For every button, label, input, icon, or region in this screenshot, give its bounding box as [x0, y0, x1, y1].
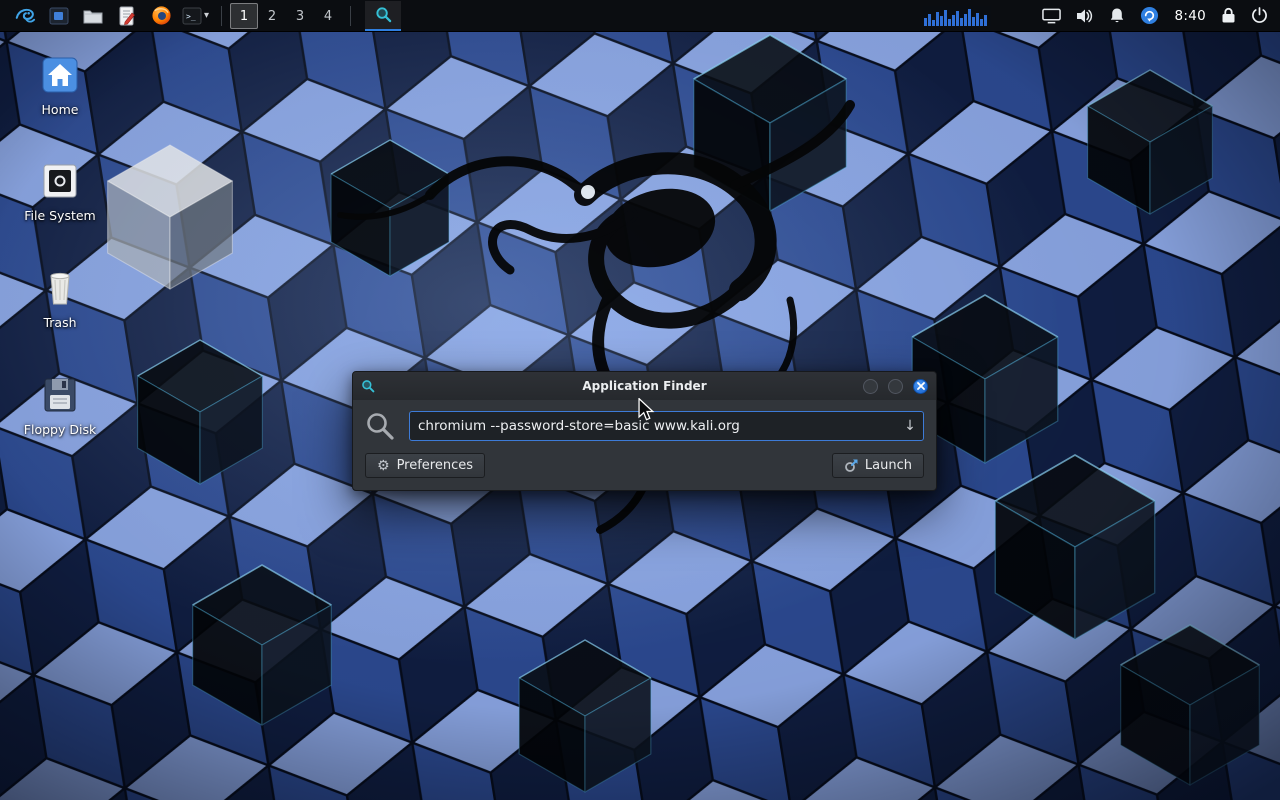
file-manager-button[interactable] [80, 3, 106, 29]
home-icon [39, 55, 81, 95]
kali-menu-button[interactable] [12, 3, 38, 29]
window-icon [361, 379, 375, 393]
desktop-icon-file-system[interactable]: File System [12, 161, 108, 223]
clock[interactable]: 8:40 [1174, 8, 1206, 24]
minimize-button[interactable] [863, 379, 878, 394]
svg-text:>_: >_ [186, 12, 196, 21]
terminal-button[interactable]: >_ ▾ [182, 6, 209, 26]
desktop-icon-label: Home [42, 102, 79, 117]
gear-icon: ⚙ [377, 459, 390, 473]
firefox-icon [151, 5, 172, 26]
separator [221, 6, 222, 26]
file-system-icon [39, 161, 81, 201]
run-icon [844, 459, 858, 473]
titlebar[interactable]: Application Finder [353, 372, 936, 400]
lock-icon[interactable] [1221, 7, 1236, 24]
workspace-3[interactable]: 3 [286, 3, 314, 29]
top-panel: >_ ▾ 1 2 3 4 [0, 0, 1280, 32]
notification-bell-icon[interactable] [1109, 7, 1125, 24]
file-manager-icon [83, 6, 103, 26]
workspace-pager: 1 2 3 4 [230, 3, 342, 29]
cpu-graph-icon[interactable] [923, 6, 991, 26]
display-icon[interactable] [1042, 8, 1061, 24]
close-button[interactable] [913, 379, 928, 394]
desktop-icon-trash[interactable]: Trash [12, 268, 108, 330]
logout-icon[interactable] [1251, 7, 1268, 24]
maximize-button[interactable] [888, 379, 903, 394]
workspace-4[interactable]: 4 [314, 3, 342, 29]
desktop-icon-label: Trash [43, 315, 76, 330]
updates-icon[interactable] [1140, 6, 1159, 25]
desktop-icon-label: Floppy Disk [24, 422, 96, 437]
launch-button-label: Launch [865, 458, 912, 473]
preferences-button-label: Preferences [397, 458, 473, 473]
workspace-2[interactable]: 2 [258, 3, 286, 29]
text-editor-button[interactable] [114, 3, 140, 29]
desktop-window-icon [49, 6, 69, 26]
separator [350, 6, 351, 26]
firefox-button[interactable] [148, 3, 174, 29]
kali-logo-icon [14, 5, 36, 27]
command-input[interactable] [410, 418, 897, 434]
close-icon [917, 382, 925, 390]
workspace-1[interactable]: 1 [230, 3, 258, 29]
terminal-icon: >_ [182, 6, 202, 26]
system-tray: 8:40 [923, 6, 1272, 26]
window-title: Application Finder [353, 379, 936, 393]
trash-icon [39, 268, 81, 308]
preferences-button[interactable]: ⚙ Preferences [365, 453, 485, 478]
desktop-icon-label: File System [24, 208, 96, 223]
taskbar-item-application-finder[interactable] [365, 1, 401, 31]
volume-icon[interactable] [1076, 8, 1094, 24]
launch-button[interactable]: Launch [832, 453, 924, 478]
chevron-down-icon[interactable]: ▾ [204, 10, 209, 21]
application-finder-window: Application Finder ↓ ⚙ P [352, 371, 937, 491]
desktop-icon-floppy-disk[interactable]: Floppy Disk [12, 375, 108, 437]
dropdown-arrow-icon[interactable]: ↓ [897, 418, 923, 434]
application-finder-icon [375, 6, 392, 23]
search-icon [365, 411, 395, 441]
show-desktop-button[interactable] [46, 3, 72, 29]
desktop-icon-home[interactable]: Home [12, 55, 108, 117]
command-entry: ↓ [409, 411, 924, 441]
text-editor-icon [117, 6, 137, 26]
floppy-disk-icon [39, 375, 81, 415]
